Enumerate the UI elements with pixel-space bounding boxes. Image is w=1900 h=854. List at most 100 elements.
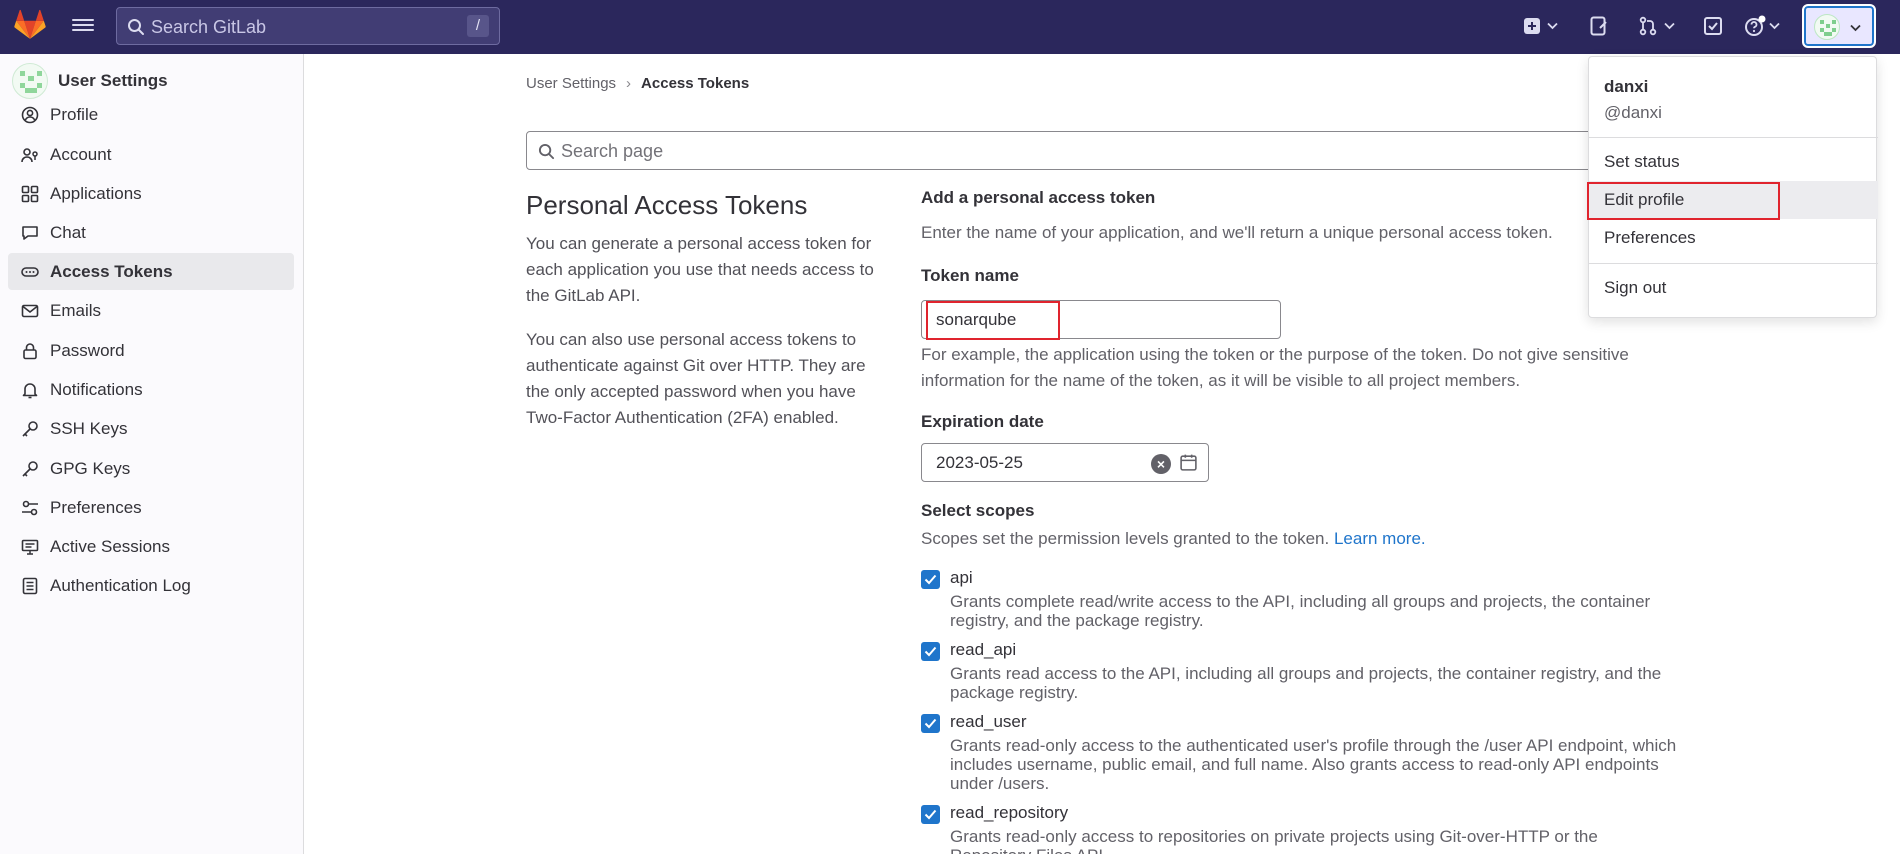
sidebar-item-label: Emails <box>50 300 102 320</box>
todo-icon <box>1703 16 1723 36</box>
expiration-date-value: 2023-05-25 <box>936 453 1023 472</box>
scope-checkbox-read-repository[interactable] <box>921 805 940 824</box>
sidebar-item-ssh-keys[interactable]: SSH Keys <box>8 410 294 447</box>
user-avatar-icon <box>1814 14 1840 40</box>
scopes-help-line: Scopes set the permission levels granted… <box>921 526 1426 552</box>
divider <box>1589 137 1878 138</box>
sidebar-item-label: Active Sessions <box>50 536 170 556</box>
scope-checkbox-api[interactable] <box>921 570 940 589</box>
user-menu-button[interactable] <box>1802 4 1876 48</box>
menu-item-preferences[interactable]: Preferences <box>1589 219 1878 257</box>
todo-button[interactable] <box>1703 14 1723 38</box>
scope-description: Grants complete read/write access to the… <box>950 592 1651 630</box>
sidebar-item-label: Profile <box>50 104 99 124</box>
page-search-input[interactable]: Search page <box>526 131 1666 170</box>
sidebar-item-emails[interactable]: Emails <box>8 292 294 329</box>
sidebar-item-active-sessions[interactable]: Active Sessions <box>8 528 294 565</box>
sidebar-item-label: Account <box>50 144 112 164</box>
sidebar-item-notifications[interactable]: Notifications <box>8 371 294 408</box>
user-handle: @danxi <box>1604 103 1662 122</box>
scope-checkbox-read-api[interactable] <box>921 642 940 661</box>
sidebar-item-label: SSH Keys <box>50 418 128 438</box>
help-icon <box>1744 15 1766 37</box>
chat-icon <box>20 223 40 243</box>
sidebar-item-password[interactable]: Password <box>8 332 294 369</box>
intro-paragraph: You can generate a personal access token… <box>526 234 874 305</box>
scope-checkbox-read-user[interactable] <box>921 714 940 733</box>
user-identity[interactable]: danxi @danxi <box>1604 77 1662 123</box>
sidebar-item-label: Chat <box>50 222 86 242</box>
sidebar-item-authentication-log[interactable]: Authentication Log <box>8 567 294 604</box>
chevron-down-icon <box>1769 22 1780 30</box>
menu-hamburger-icon[interactable] <box>72 16 94 36</box>
expiration-date-input[interactable]: 2023-05-25 × <box>921 443 1209 482</box>
sidebar-item-gpg-keys[interactable]: GPG Keys <box>8 450 294 487</box>
breadcrumb-root[interactable]: User Settings <box>526 75 616 92</box>
breadcrumb-separator: › <box>626 75 632 92</box>
highlight-box <box>926 301 1060 340</box>
global-search-placeholder: Search GitLab <box>151 17 267 37</box>
user-name: danxi <box>1604 77 1649 96</box>
sidebar-item-access-tokens[interactable]: Access Tokens <box>8 253 294 290</box>
divider <box>1589 263 1878 264</box>
scope-description: Grants read-only access to repositories … <box>950 827 1598 854</box>
merge-requests-icon <box>1638 16 1658 36</box>
sidebar-item-label: Authentication Log <box>50 575 191 595</box>
menu-item-set-status[interactable]: Set status <box>1589 143 1878 181</box>
key-icon <box>20 419 40 439</box>
settings-sidebar: User Settings Profile Account Applicatio… <box>0 54 304 854</box>
search-icon <box>127 18 145 36</box>
profile-icon <box>20 105 40 125</box>
sidebar-header[interactable]: User Settings <box>12 63 168 99</box>
form-subheading: Enter the name of your application, and … <box>921 223 1553 242</box>
sidebar-item-applications[interactable]: Applications <box>8 175 294 212</box>
sidebar-item-chat[interactable]: Chat <box>8 214 294 251</box>
top-navbar: Search GitLab / <box>0 0 1900 54</box>
sidebar-item-label: Notifications <box>50 379 143 399</box>
preferences-icon <box>20 498 40 518</box>
issues-button[interactable] <box>1589 14 1609 38</box>
form-heading: Add a personal access token <box>921 188 1156 207</box>
sidebar-item-account[interactable]: Account <box>8 136 294 173</box>
sidebar-item-label: Access Tokens <box>50 261 173 281</box>
chevron-down-icon <box>1547 22 1558 30</box>
search-shortcut-badge: / <box>467 15 489 37</box>
calendar-icon[interactable] <box>1179 453 1198 477</box>
page-search-placeholder: Search page <box>561 141 664 161</box>
help-dropdown[interactable] <box>1744 14 1780 38</box>
sidebar-item-preferences[interactable]: Preferences <box>8 489 294 526</box>
email-icon <box>20 301 40 321</box>
scopes-label: Select scopes <box>921 501 1035 520</box>
merge-requests-dropdown[interactable] <box>1638 14 1675 38</box>
global-search-input[interactable]: Search GitLab / <box>116 7 500 45</box>
new-item-dropdown[interactable] <box>1523 14 1558 38</box>
sidebar-item-label: Preferences <box>50 497 142 517</box>
sidebar-item-label: GPG Keys <box>50 458 131 478</box>
page-title: Personal Access Tokens <box>526 190 808 220</box>
expiration-label: Expiration date <box>921 412 1044 431</box>
token-icon <box>20 262 40 282</box>
lock-icon <box>20 341 40 361</box>
search-icon <box>538 143 555 165</box>
chevron-down-icon <box>1664 22 1675 30</box>
menu-item-sign-out[interactable]: Sign out <box>1589 269 1878 307</box>
gitlab-logo-icon[interactable] <box>13 8 47 42</box>
new-item-icon <box>1523 17 1541 35</box>
bell-icon <box>20 380 40 400</box>
monitor-icon <box>20 537 40 557</box>
scope-description: Grants read-only access to the authentic… <box>950 736 1677 793</box>
user-dropdown-menu: danxi @danxi Set status Edit profile Pre… <box>1587 56 1878 318</box>
scope-name: api <box>950 568 973 587</box>
breadcrumb: User Settings › Access Tokens <box>526 75 749 92</box>
breadcrumb-current[interactable]: Access Tokens <box>641 75 749 92</box>
sidebar-item-profile[interactable]: Profile <box>8 96 294 133</box>
learn-more-link[interactable]: Learn more. <box>1334 529 1426 548</box>
clear-icon[interactable]: × <box>1151 454 1171 474</box>
intro-section: Personal Access Tokens You can generate … <box>526 190 886 449</box>
sidebar-item-label: Password <box>50 340 125 360</box>
applications-icon <box>20 184 40 204</box>
scope-name: read_repository <box>950 803 1069 822</box>
scope-name: read_api <box>950 640 1017 659</box>
log-icon <box>20 576 40 596</box>
token-name-label: Token name <box>921 266 1019 285</box>
